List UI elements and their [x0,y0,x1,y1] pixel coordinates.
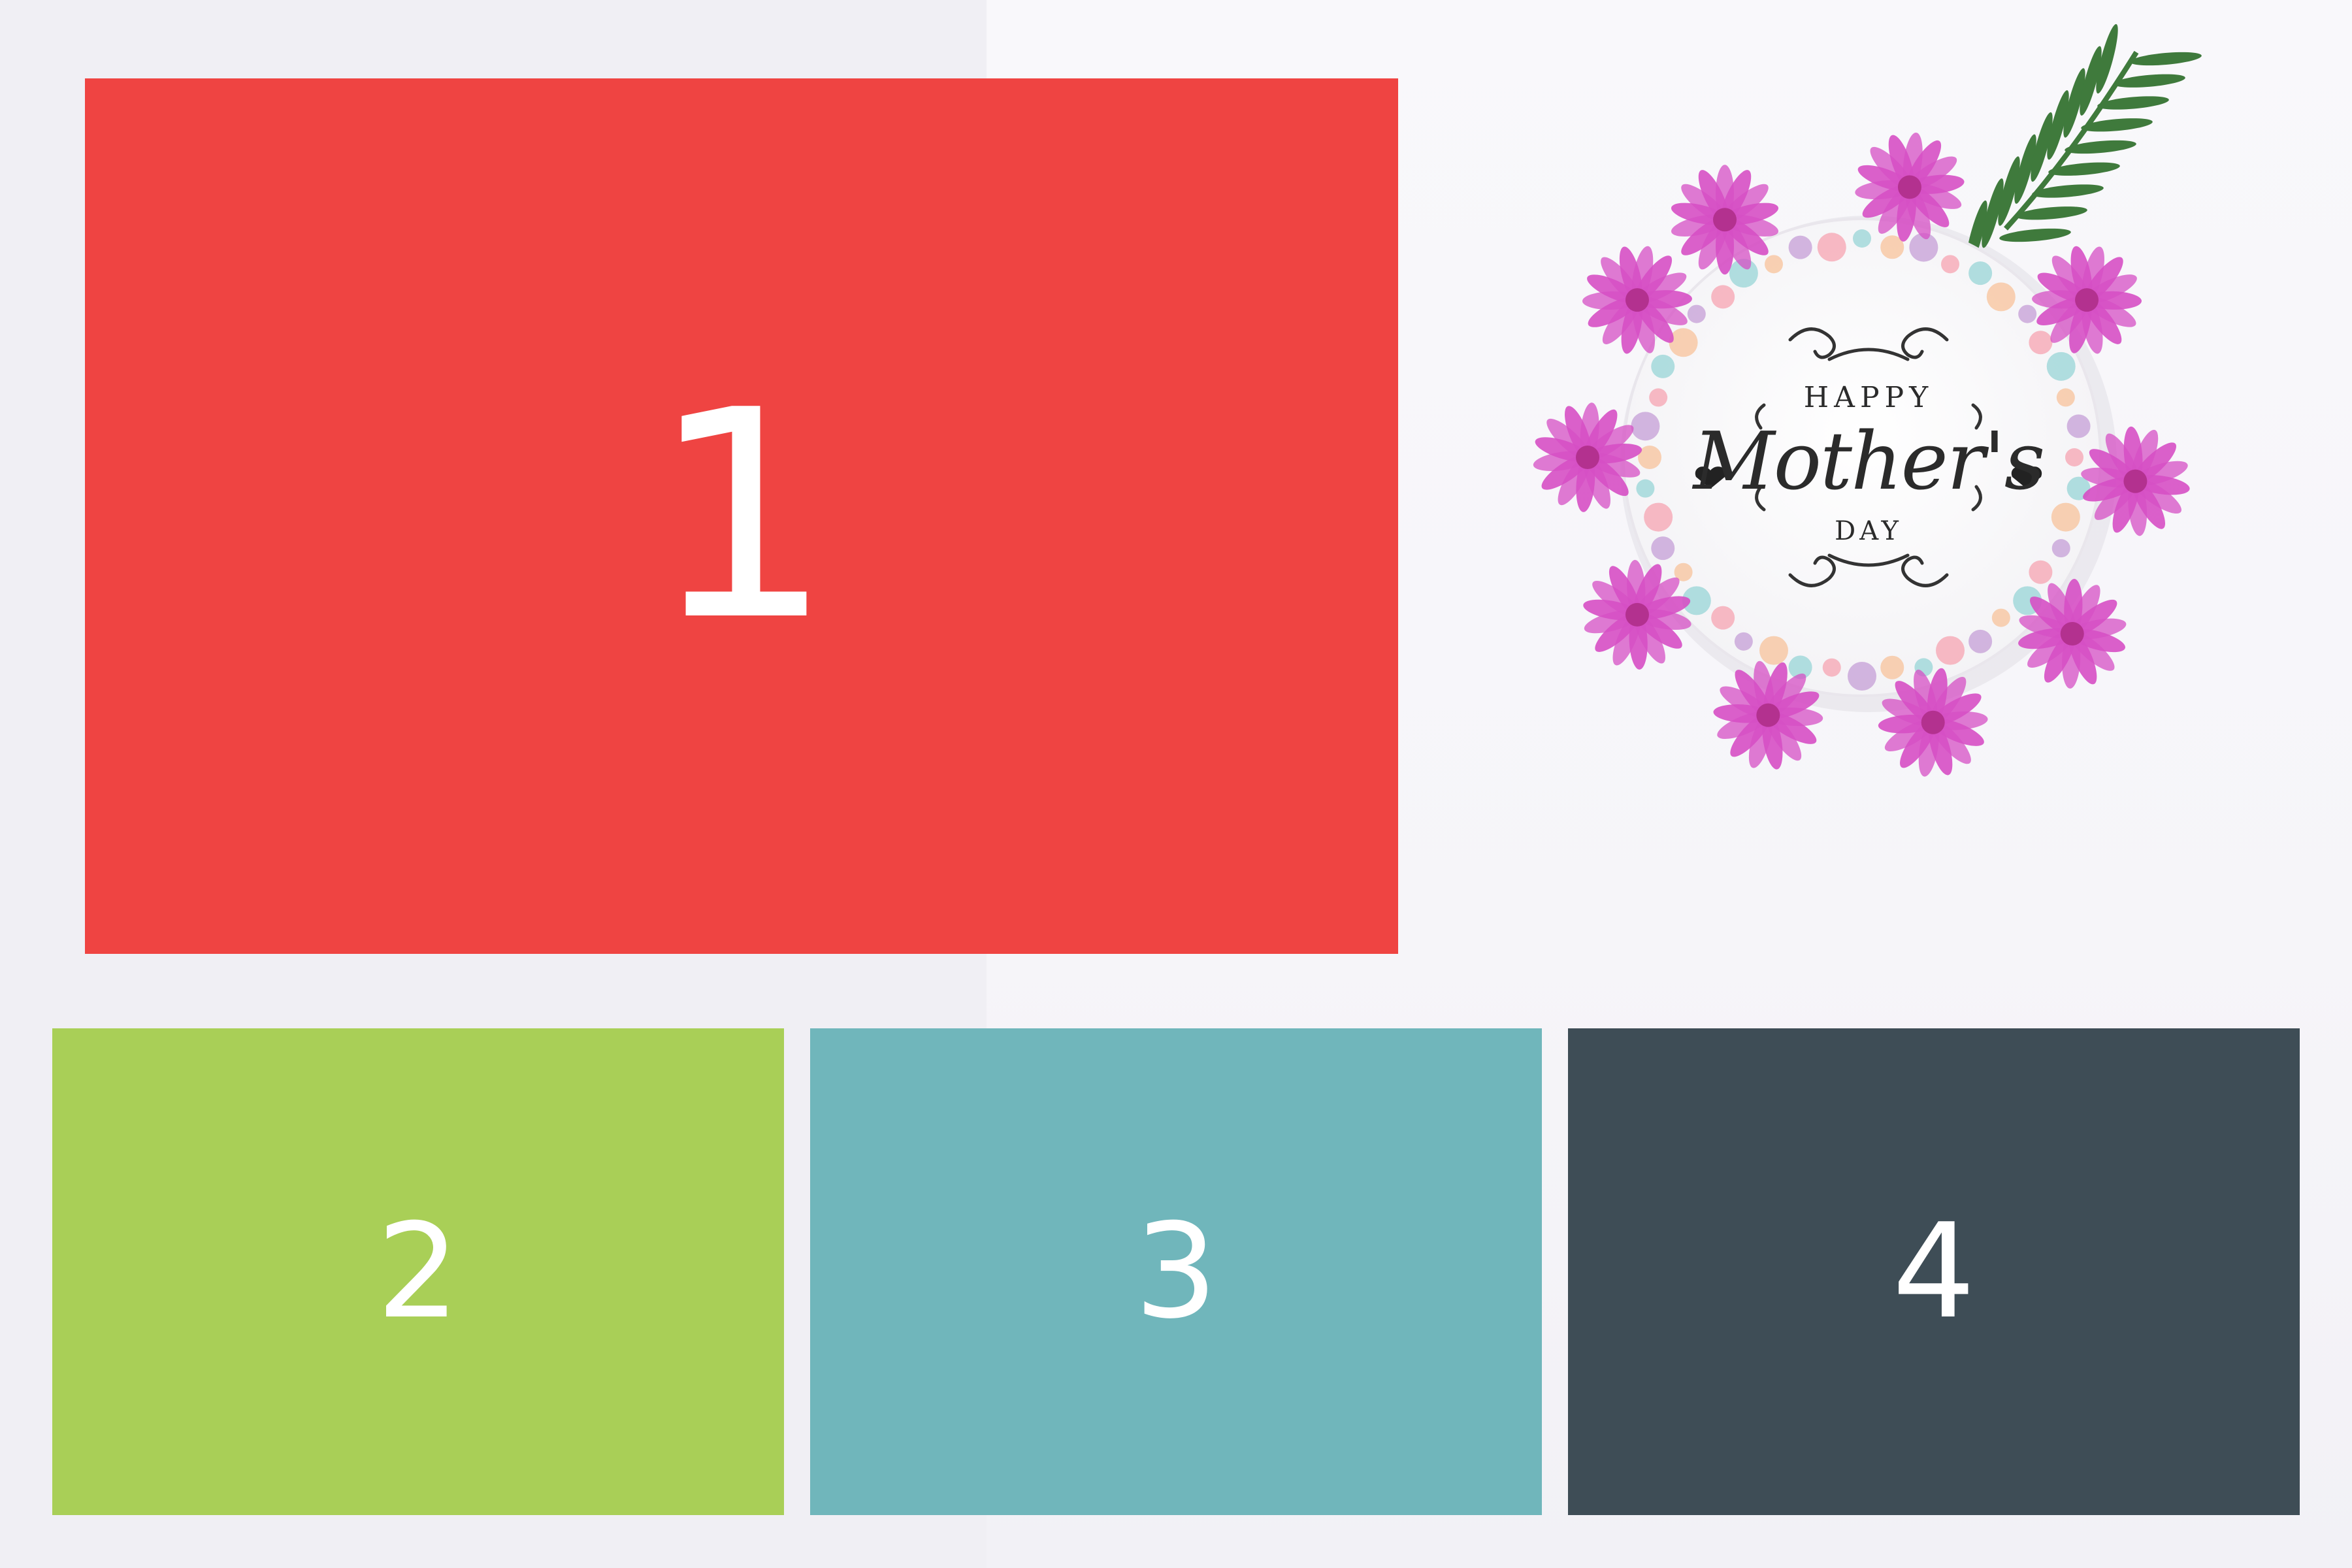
tile-1-number: 1 [650,349,833,683]
tile-2[interactable]: 2 [52,1028,784,1515]
tile-1[interactable]: 1 [85,78,1398,954]
tile-3[interactable]: 3 [810,1028,1542,1515]
tile-2-number: 2 [376,1195,460,1348]
mothers-day-card-image: HAPPY Mother's DAY [1496,13,2241,836]
tile-4[interactable]: 4 [1568,1028,2300,1515]
card-happy-text: HAPPY [1803,381,1934,414]
tile-3-number: 3 [1134,1195,1218,1348]
tile-4-number: 4 [1892,1195,1976,1348]
leaf-spray-icon [1965,24,2202,270]
card-day-text: DAY [1835,516,1903,546]
card-mothers-text: Mother's [1693,415,2046,508]
